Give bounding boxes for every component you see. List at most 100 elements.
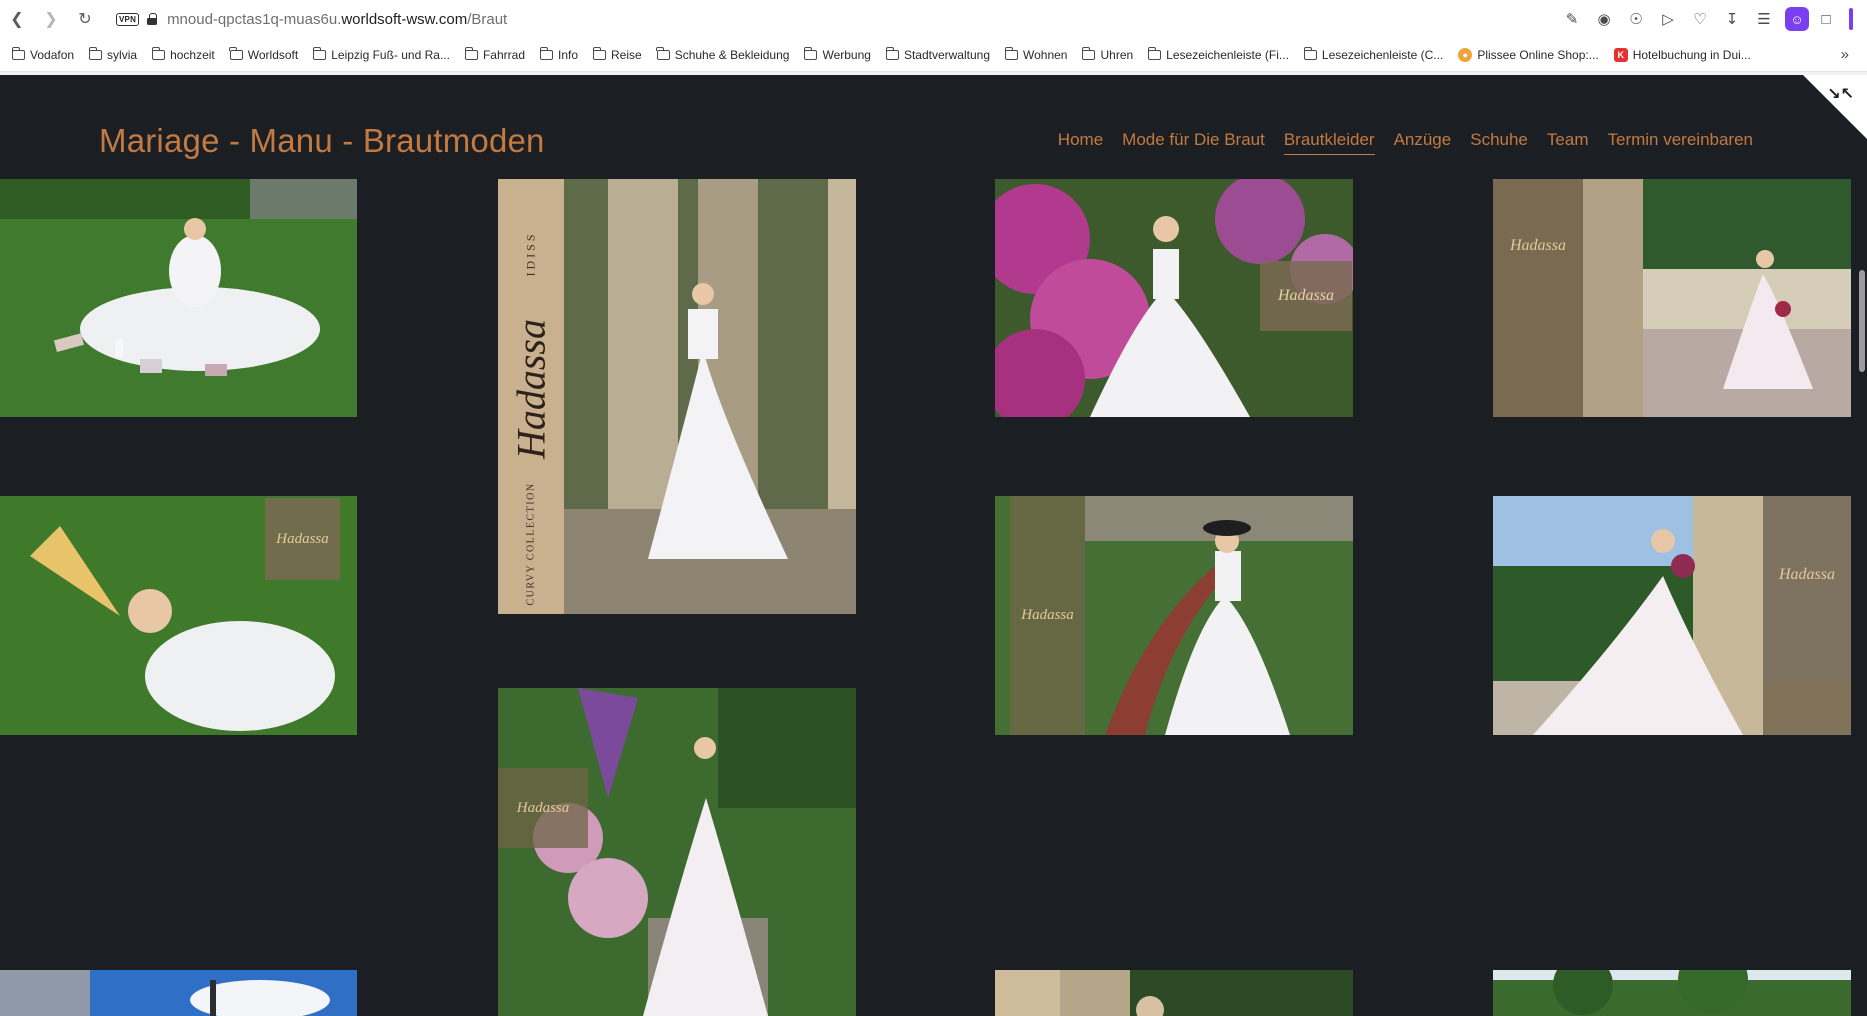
bride-garden-stairs-photo[interactable]: Hadassa: [498, 688, 856, 1016]
bookmark-leipzig[interactable]: Leipzig Fuß- und Ra...: [312, 46, 450, 62]
bride-partial-photo-4[interactable]: [1493, 970, 1851, 1016]
bookmark-lesezeichenleiste-c[interactable]: Lesezeichenleiste (C...: [1303, 46, 1444, 62]
bride-partial-photo-3[interactable]: [995, 970, 1353, 1016]
lock-icon[interactable]: [147, 13, 158, 25]
folder-icon: [885, 46, 899, 60]
page-scrollbar[interactable]: [1857, 145, 1867, 1016]
hotel-site-icon: K: [1613, 47, 1628, 62]
brand-banner: IDISS Hadassa CURVY COLLECTION: [498, 179, 564, 614]
bookmark-reise[interactable]: Reise: [592, 46, 642, 62]
bookmark-label: Worldsoft: [247, 47, 299, 62]
nav-termin-vereinbaren[interactable]: Termin vereinbaren: [1607, 130, 1753, 155]
bookmark-uhren[interactable]: Uhren: [1082, 46, 1133, 62]
url-path: /Braut: [467, 10, 508, 28]
photo-art: [995, 970, 1353, 1016]
url-prefix: mnoud-qpctas1q-muas6u.: [167, 10, 342, 28]
nav-mode-fuer-die-braut[interactable]: Mode für Die Braut: [1122, 130, 1265, 155]
toolbar-right-icons: ✎ ◉ ☉ ▷ ♡ ↧ ☰ ☺ □: [1557, 4, 1867, 34]
bookmark-hochzeit[interactable]: hochzeit: [151, 46, 215, 62]
bride-sky-photo-partial[interactable]: [0, 970, 357, 1016]
bookmark-label: sylvia: [107, 47, 138, 62]
brand-logo-text: Hadassa: [508, 318, 554, 460]
plissee-site-icon: ●: [1458, 47, 1473, 62]
back-icon[interactable]: ❮: [0, 0, 34, 38]
folder-icon: [88, 46, 103, 60]
scrollbar-thumb[interactable]: [1859, 270, 1865, 372]
heart-icon[interactable]: ♡: [1685, 4, 1715, 34]
send-icon[interactable]: ▷: [1653, 4, 1683, 34]
folder-icon: [229, 46, 243, 60]
bookmark-label: Lesezeichenleiste (Fi...: [1166, 47, 1289, 62]
photo-art: [0, 179, 357, 417]
bookmark-label: Stadtverwaltung: [903, 47, 990, 62]
folder-icon: [312, 46, 327, 60]
shield-icon[interactable]: ☉: [1621, 4, 1651, 34]
bookmark-label: Schuhe & Bekleidung: [674, 47, 790, 62]
folder-icon: [1082, 46, 1096, 60]
bookmark-werbung[interactable]: Werbung: [804, 46, 871, 62]
extensions-cube-icon[interactable]: □: [1811, 4, 1841, 34]
nav-home[interactable]: Home: [1058, 130, 1103, 155]
site-title[interactable]: Mariage - Manu - Brautmoden: [99, 122, 545, 160]
bride-ancient-columns-photo[interactable]: IDISS Hadassa CURVY COLLECTION: [498, 179, 856, 614]
bookmark-label: Wohnen: [1023, 47, 1068, 62]
bookmark-wohnen[interactable]: Wohnen: [1004, 46, 1068, 62]
bride-purple-flowers-photo[interactable]: Hadassa: [995, 179, 1353, 417]
browser-toolbar: ❮ ❯ ↻ VPN mnoud-qpctas1q-muas6u.worldsof…: [0, 0, 1867, 38]
nav-brautkleider[interactable]: Brautkleider: [1283, 130, 1375, 155]
bookmark-vodafon[interactable]: Vodafon: [11, 46, 75, 62]
bookmark-label: Fahrrad: [482, 47, 525, 62]
url-domain: worldsoft-wsw.com: [341, 10, 468, 28]
nav-schuhe[interactable]: Schuhe: [1470, 130, 1528, 155]
bride-brick-path-photo[interactable]: Hadassa: [995, 496, 1353, 735]
bookmarks-overflow-icon[interactable]: »: [1841, 46, 1849, 63]
profile-icon[interactable]: ☺: [1785, 7, 1809, 31]
menu-icon[interactable]: ☰: [1749, 4, 1779, 34]
bookmark-plissee[interactable]: ● Plissee Online Shop:...: [1458, 47, 1599, 62]
camera-icon[interactable]: ◉: [1589, 4, 1619, 34]
bookmark-schuhe-bekleidung[interactable]: Schuhe & Bekleidung: [656, 46, 790, 62]
sidebar-toggle[interactable]: [1849, 8, 1853, 30]
bookmark-fahrrad[interactable]: Fahrrad: [464, 46, 525, 62]
url-text[interactable]: mnoud-qpctas1q-muas6u.worldsoft-wsw.com/…: [167, 11, 507, 28]
main-nav: Home Mode für Die Braut Brautkleider Anz…: [1058, 130, 1753, 155]
bookmark-label: Hotelbuchung in Dui...: [1632, 47, 1751, 62]
folder-icon: [1004, 46, 1018, 60]
edit-icon[interactable]: ✎: [1557, 4, 1587, 34]
bookmark-sylvia[interactable]: sylvia: [88, 46, 138, 62]
bookmark-stadtverwaltung[interactable]: Stadtverwaltung: [885, 46, 990, 62]
bookmark-label: Lesezeichenleiste (C...: [1321, 47, 1444, 62]
bookmark-label: Werbung: [822, 47, 871, 62]
bookmark-label: Vodafon: [30, 47, 75, 62]
photo-art: [498, 688, 856, 1016]
bookmark-hotelbuchung[interactable]: K Hotelbuchung in Dui...: [1613, 47, 1751, 62]
nav-anzuege[interactable]: Anzüge: [1394, 130, 1452, 155]
brand-logo-text: Hadassa: [1778, 566, 1835, 583]
photo-art: [0, 970, 357, 1016]
reload-icon[interactable]: ↻: [68, 0, 102, 38]
bookmarks-bar: Vodafon sylvia hochzeit Worldsoft Leipzi…: [0, 38, 1867, 72]
bride-on-lawn-photo[interactable]: [0, 179, 357, 417]
folder-icon: [11, 46, 25, 60]
bookmark-label: Leipzig Fuß- und Ra...: [331, 47, 450, 62]
folder-icon: [539, 46, 553, 60]
brand-logo-text: Hadassa: [1277, 287, 1334, 304]
brand-logo-text: Hadassa: [276, 530, 329, 547]
exit-fullscreen-icon[interactable]: ↘↖: [1827, 84, 1854, 104]
page-viewport: Mariage - Manu - Brautmoden Home Mode fü…: [0, 75, 1867, 1016]
bride-balcony-balustrade-photo[interactable]: Hadassa: [1493, 179, 1851, 417]
bookmark-label: hochzeit: [170, 47, 215, 62]
vpn-badge[interactable]: VPN: [116, 12, 140, 26]
forward-icon[interactable]: ❯: [34, 0, 68, 38]
folder-icon: [656, 46, 670, 60]
bride-terrace-bouquet-photo[interactable]: Hadassa: [1493, 496, 1851, 735]
bookmark-info[interactable]: Info: [539, 46, 579, 62]
nav-team[interactable]: Team: [1547, 130, 1589, 155]
download-icon[interactable]: ↧: [1717, 4, 1747, 34]
bookmark-worldsoft[interactable]: Worldsoft: [229, 46, 299, 62]
folder-icon: [464, 46, 478, 60]
bookmark-label: Info: [558, 47, 579, 62]
address-bar[interactable]: VPN mnoud-qpctas1q-muas6u.worldsoft-wsw.…: [116, 0, 507, 38]
bride-lying-grass-photo[interactable]: Hadassa: [0, 496, 357, 735]
bookmark-lesezeichenleiste-fi[interactable]: Lesezeichenleiste (Fi...: [1147, 46, 1289, 62]
